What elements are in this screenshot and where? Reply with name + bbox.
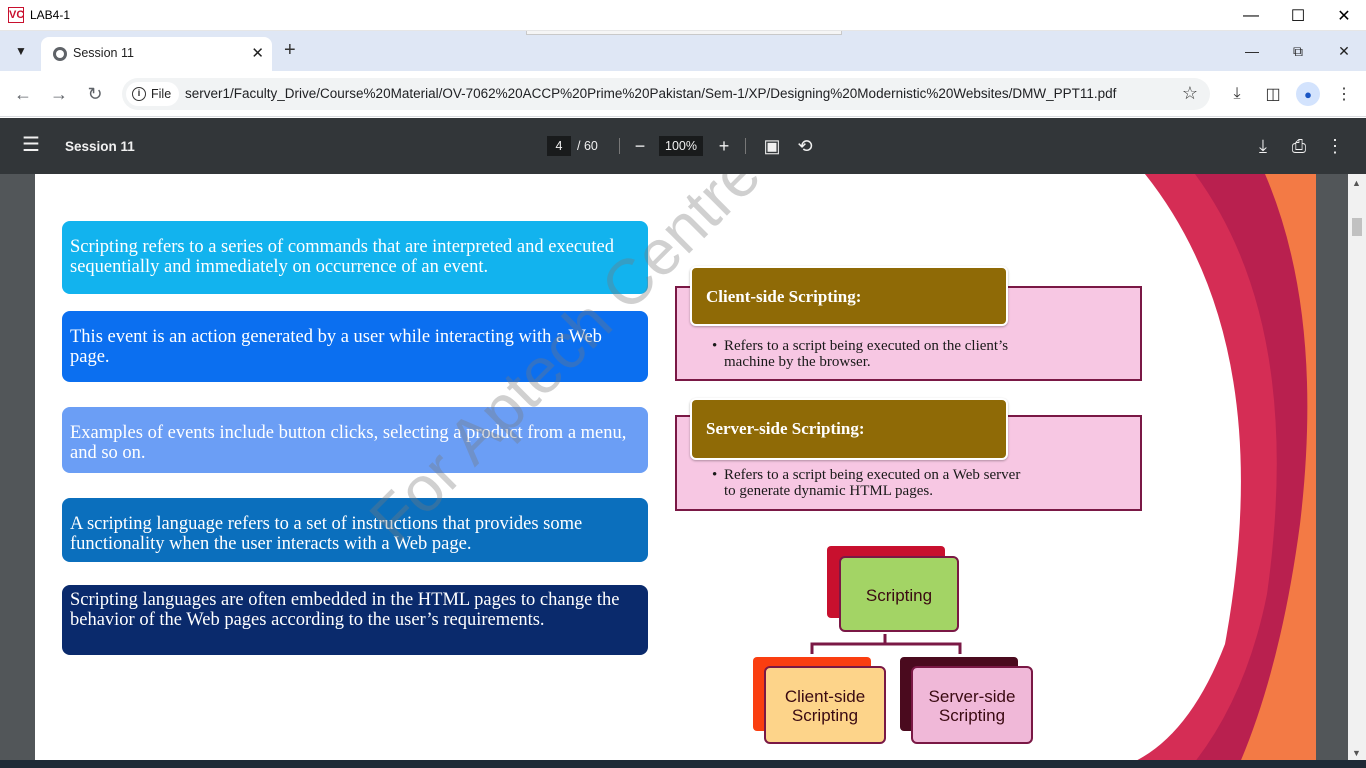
scroll-up-icon[interactable]: ▲	[1352, 178, 1361, 188]
window-title-bar: VC LAB4-1 — ☐ ✕	[0, 0, 1366, 31]
zoom-in-icon[interactable]: +	[713, 135, 735, 157]
download-icon[interactable]: ⤓	[1225, 82, 1249, 106]
fit-page-icon[interactable]: ▣	[761, 135, 783, 157]
window-close-button[interactable]: ✕	[1321, 0, 1366, 31]
forward-button[interactable]: →	[47, 82, 71, 106]
slide-page: Scripting refers to a series of commands…	[35, 174, 1316, 760]
reload-button[interactable]: ↻	[83, 82, 107, 106]
scroll-down-icon[interactable]: ▼	[1352, 748, 1361, 758]
pdf-download-icon[interactable]: ⤓	[1252, 135, 1274, 157]
side-panel-icon[interactable]: ◫	[1261, 82, 1285, 106]
back-button[interactable]: ←	[11, 82, 35, 106]
window-title: LAB4-1	[30, 8, 71, 22]
site-info-label: File	[151, 87, 172, 101]
taskbar	[0, 760, 1366, 768]
new-tab-button[interactable]: +	[284, 39, 296, 62]
divider	[619, 138, 620, 154]
diagram-right-line-2: Scripting	[938, 706, 1006, 725]
tab-close-icon[interactable]: ✕	[251, 44, 264, 62]
browser-restore-button[interactable]: ⧉	[1278, 37, 1318, 65]
site-info-chip[interactable]: i File	[126, 82, 180, 106]
diagram-left-line-1: Client-side	[784, 687, 866, 706]
pdf-title: Session 11	[65, 139, 135, 154]
pdf-viewport[interactable]: Scripting refers to a series of commands…	[0, 174, 1366, 760]
diagram-right-line-1: Server-side	[928, 687, 1016, 706]
info-icon: i	[132, 87, 146, 101]
diagram-node-client-side: Client-side Scripting	[764, 666, 886, 744]
tab-session-11[interactable]: Session 11 ✕	[41, 37, 272, 71]
url-text[interactable]: server1/Faculty_Drive/Course%20Material/…	[185, 86, 1116, 101]
bookmark-star-icon[interactable]: ☆	[1182, 83, 1198, 104]
pdf-more-icon[interactable]: ⋮	[1324, 135, 1346, 157]
window-minimize-button[interactable]: —	[1228, 0, 1274, 31]
address-bar[interactable]: i File server1/Faculty_Drive/Course%20Ma…	[122, 78, 1210, 110]
pdf-toolbar: ☰ Session 11 4 / 60 − 100% + ▣ ⟲ ⤓ ⎙ ⋮	[0, 118, 1366, 174]
pdf-scrollbar[interactable]: ▲ ▼	[1348, 174, 1366, 760]
print-icon[interactable]: ⎙	[1288, 135, 1310, 157]
globe-icon	[53, 47, 67, 61]
browser-close-button[interactable]: ✕	[1324, 37, 1364, 65]
page-total: / 60	[577, 139, 598, 153]
diagram-connectors	[810, 634, 962, 654]
profile-avatar-icon[interactable]: ●	[1296, 82, 1320, 106]
zoom-level-input[interactable]: 100%	[659, 136, 703, 156]
page-number-input[interactable]: 4	[547, 136, 571, 156]
browser-minimize-button[interactable]: —	[1232, 37, 1272, 65]
tab-title: Session 11	[73, 46, 134, 60]
diagram-left-line-2: Scripting	[791, 706, 859, 725]
app-logo-icon: VC	[8, 7, 25, 23]
browser-tab-strip: ▼ Session 11 ✕ + — ⧉ ✕	[0, 31, 1366, 71]
diagram-node-server-side: Server-side Scripting	[911, 666, 1033, 744]
zoom-out-icon[interactable]: −	[629, 135, 651, 157]
tab-search-chevron-icon[interactable]: ▼	[9, 40, 33, 62]
scroll-thumb[interactable]	[1352, 218, 1362, 236]
notch-decoration	[526, 31, 842, 35]
diagram-node-scripting: Scripting	[839, 556, 959, 632]
divider	[745, 138, 746, 154]
rotate-icon[interactable]: ⟲	[794, 135, 816, 157]
window-maximize-button[interactable]: ☐	[1275, 0, 1321, 31]
pdf-menu-icon[interactable]: ☰	[22, 135, 40, 155]
browser-menu-icon[interactable]: ⋮	[1332, 82, 1356, 106]
browser-toolbar: ← → ↻ i File server1/Faculty_Drive/Cours…	[0, 71, 1366, 117]
